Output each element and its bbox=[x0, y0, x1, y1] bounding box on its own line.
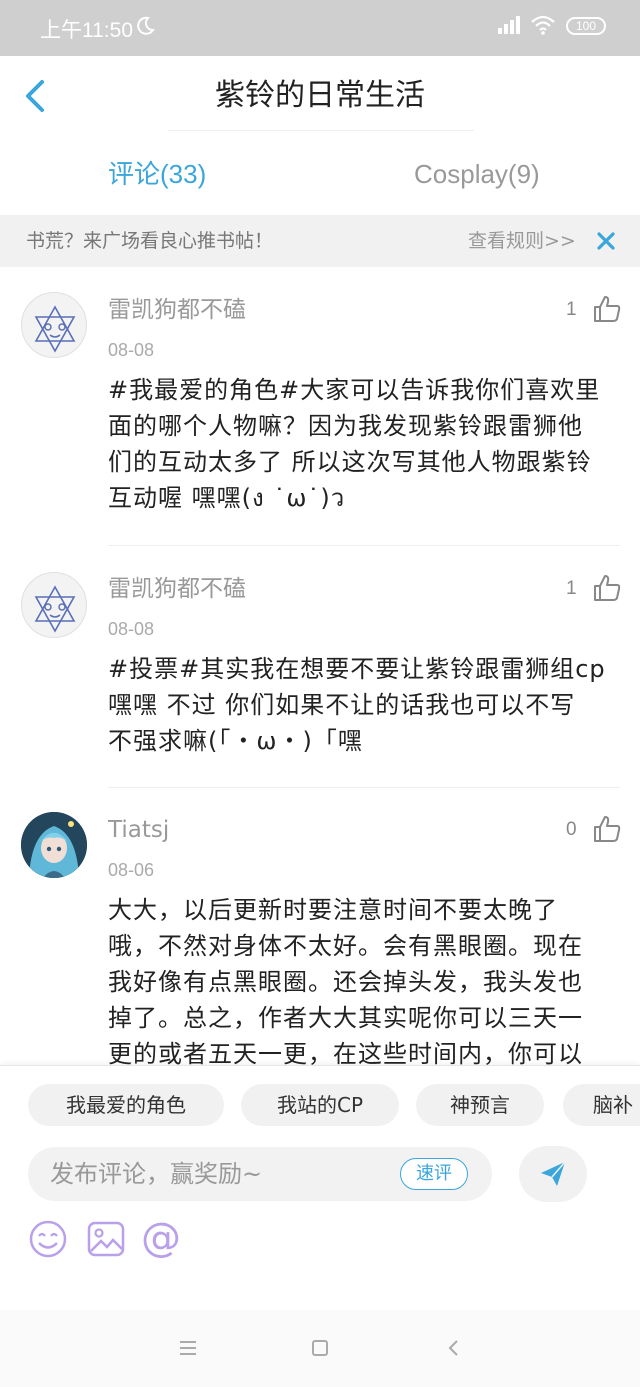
close-icon[interactable] bbox=[594, 229, 618, 253]
comment-content: 大大，以后更新时要注意时间不要太晚了 哦，不然对身体不太好。会有黑眼圈。现在 我… bbox=[108, 892, 618, 1072]
comment-divider bbox=[108, 787, 620, 788]
menu-icon[interactable] bbox=[174, 1334, 202, 1362]
avatar[interactable] bbox=[21, 572, 87, 638]
topic-chip[interactable]: 我站的CP bbox=[241, 1084, 399, 1126]
comment-line: 互动喔 嘿嘿(ง ˙ω˙)ว bbox=[108, 484, 346, 512]
comment-username[interactable]: 雷凯狗都不磕 bbox=[108, 295, 246, 325]
comment-line: 哦，不然对身体不太好。会有黑眼圈。现在 bbox=[108, 932, 583, 960]
comment-line: 掉了。总之，作者大大其实呢你可以三天一 bbox=[108, 1004, 583, 1032]
comment-line: #投票#其实我在想要不要让紫铃跟雷狮组cp bbox=[108, 655, 606, 683]
send-button[interactable] bbox=[519, 1146, 587, 1202]
signal-icon bbox=[498, 16, 520, 34]
avatar[interactable] bbox=[21, 812, 87, 878]
emoji-icon[interactable] bbox=[27, 1218, 69, 1260]
comment-date: 08-08 bbox=[108, 340, 155, 360]
comment-line: 嘿嘿 不过 你们如果不让的话我也可以不写 bbox=[108, 691, 576, 719]
comment-date: 08-06 bbox=[108, 860, 155, 880]
status-time: 上午11:50 bbox=[40, 19, 133, 42]
comment-line: 不强求嘛(「・ω・)「嘿 bbox=[108, 727, 363, 755]
comment-username[interactable]: 雷凯狗都不磕 bbox=[108, 574, 246, 604]
comment-content: #我最爱的角色#大家可以告诉我你们喜欢里 面的哪个人物嘛？因为我发现紫铃跟雷狮他… bbox=[108, 372, 618, 516]
wifi-icon bbox=[531, 15, 555, 35]
thumbs-up-icon[interactable] bbox=[592, 573, 622, 603]
quick-comment-button[interactable]: 速评 bbox=[400, 1158, 468, 1190]
anime-avatar-icon bbox=[21, 812, 87, 878]
comment-content: #投票#其实我在想要不要让紫铃跟雷狮组cp 嘿嘿 不过 你们如果不让的话我也可以… bbox=[108, 651, 618, 759]
notice-text[interactable]: 书荒？来广场看良心推书帖！ bbox=[26, 228, 273, 254]
chevron-left-icon[interactable] bbox=[18, 74, 58, 118]
comment-username[interactable]: Tiatsj bbox=[108, 815, 169, 845]
comment-line: 面的哪个人物嘛？因为我发现紫铃跟雷狮他 bbox=[108, 412, 583, 440]
home-icon[interactable] bbox=[306, 1334, 334, 1362]
back-icon[interactable] bbox=[440, 1334, 468, 1362]
view-rules-link[interactable]: 查看规则>> bbox=[468, 228, 576, 254]
battery-icon: 100 bbox=[566, 17, 606, 35]
header-divider bbox=[168, 130, 474, 131]
topic-chip[interactable]: 脑补 bbox=[563, 1084, 640, 1126]
moon-icon bbox=[137, 16, 155, 35]
sketch-avatar-icon bbox=[34, 585, 76, 633]
like-count: 1 bbox=[566, 578, 577, 599]
at-icon[interactable]: @ bbox=[140, 1218, 182, 1260]
comment-line: 大大，以后更新时要注意时间不要太晚了 bbox=[108, 896, 558, 924]
thumbs-up-icon[interactable] bbox=[592, 294, 622, 324]
like-count: 0 bbox=[566, 819, 577, 840]
comment-line: #我最爱的角色#大家可以告诉我你们喜欢里 bbox=[108, 376, 601, 404]
comment-divider bbox=[108, 545, 620, 546]
comment-input-placeholder: 发布评论，赢奖励~ bbox=[50, 1160, 263, 1188]
topic-chip[interactable]: 我最爱的角色 bbox=[28, 1084, 224, 1126]
page-title: 紫铃的日常生活 bbox=[215, 78, 425, 113]
image-icon[interactable] bbox=[85, 1218, 127, 1260]
tab-comments[interactable]: 评论(33) bbox=[108, 152, 206, 196]
avatar[interactable] bbox=[21, 292, 87, 358]
tab-cosplay[interactable]: Cosplay(9) bbox=[414, 152, 540, 196]
comment-line: 我好像有点黑眼圈。还会掉头发，我头发也 bbox=[108, 968, 583, 996]
like-count: 1 bbox=[566, 299, 577, 320]
thumbs-up-icon[interactable] bbox=[592, 814, 622, 844]
comment-date: 08-08 bbox=[108, 619, 155, 639]
sketch-avatar-icon bbox=[34, 305, 76, 353]
comment-line: 们的互动太多了 所以这次写其他人物跟紫铃 bbox=[108, 448, 592, 476]
send-icon bbox=[541, 1161, 566, 1186]
topic-chip[interactable]: 神预言 bbox=[416, 1084, 544, 1126]
